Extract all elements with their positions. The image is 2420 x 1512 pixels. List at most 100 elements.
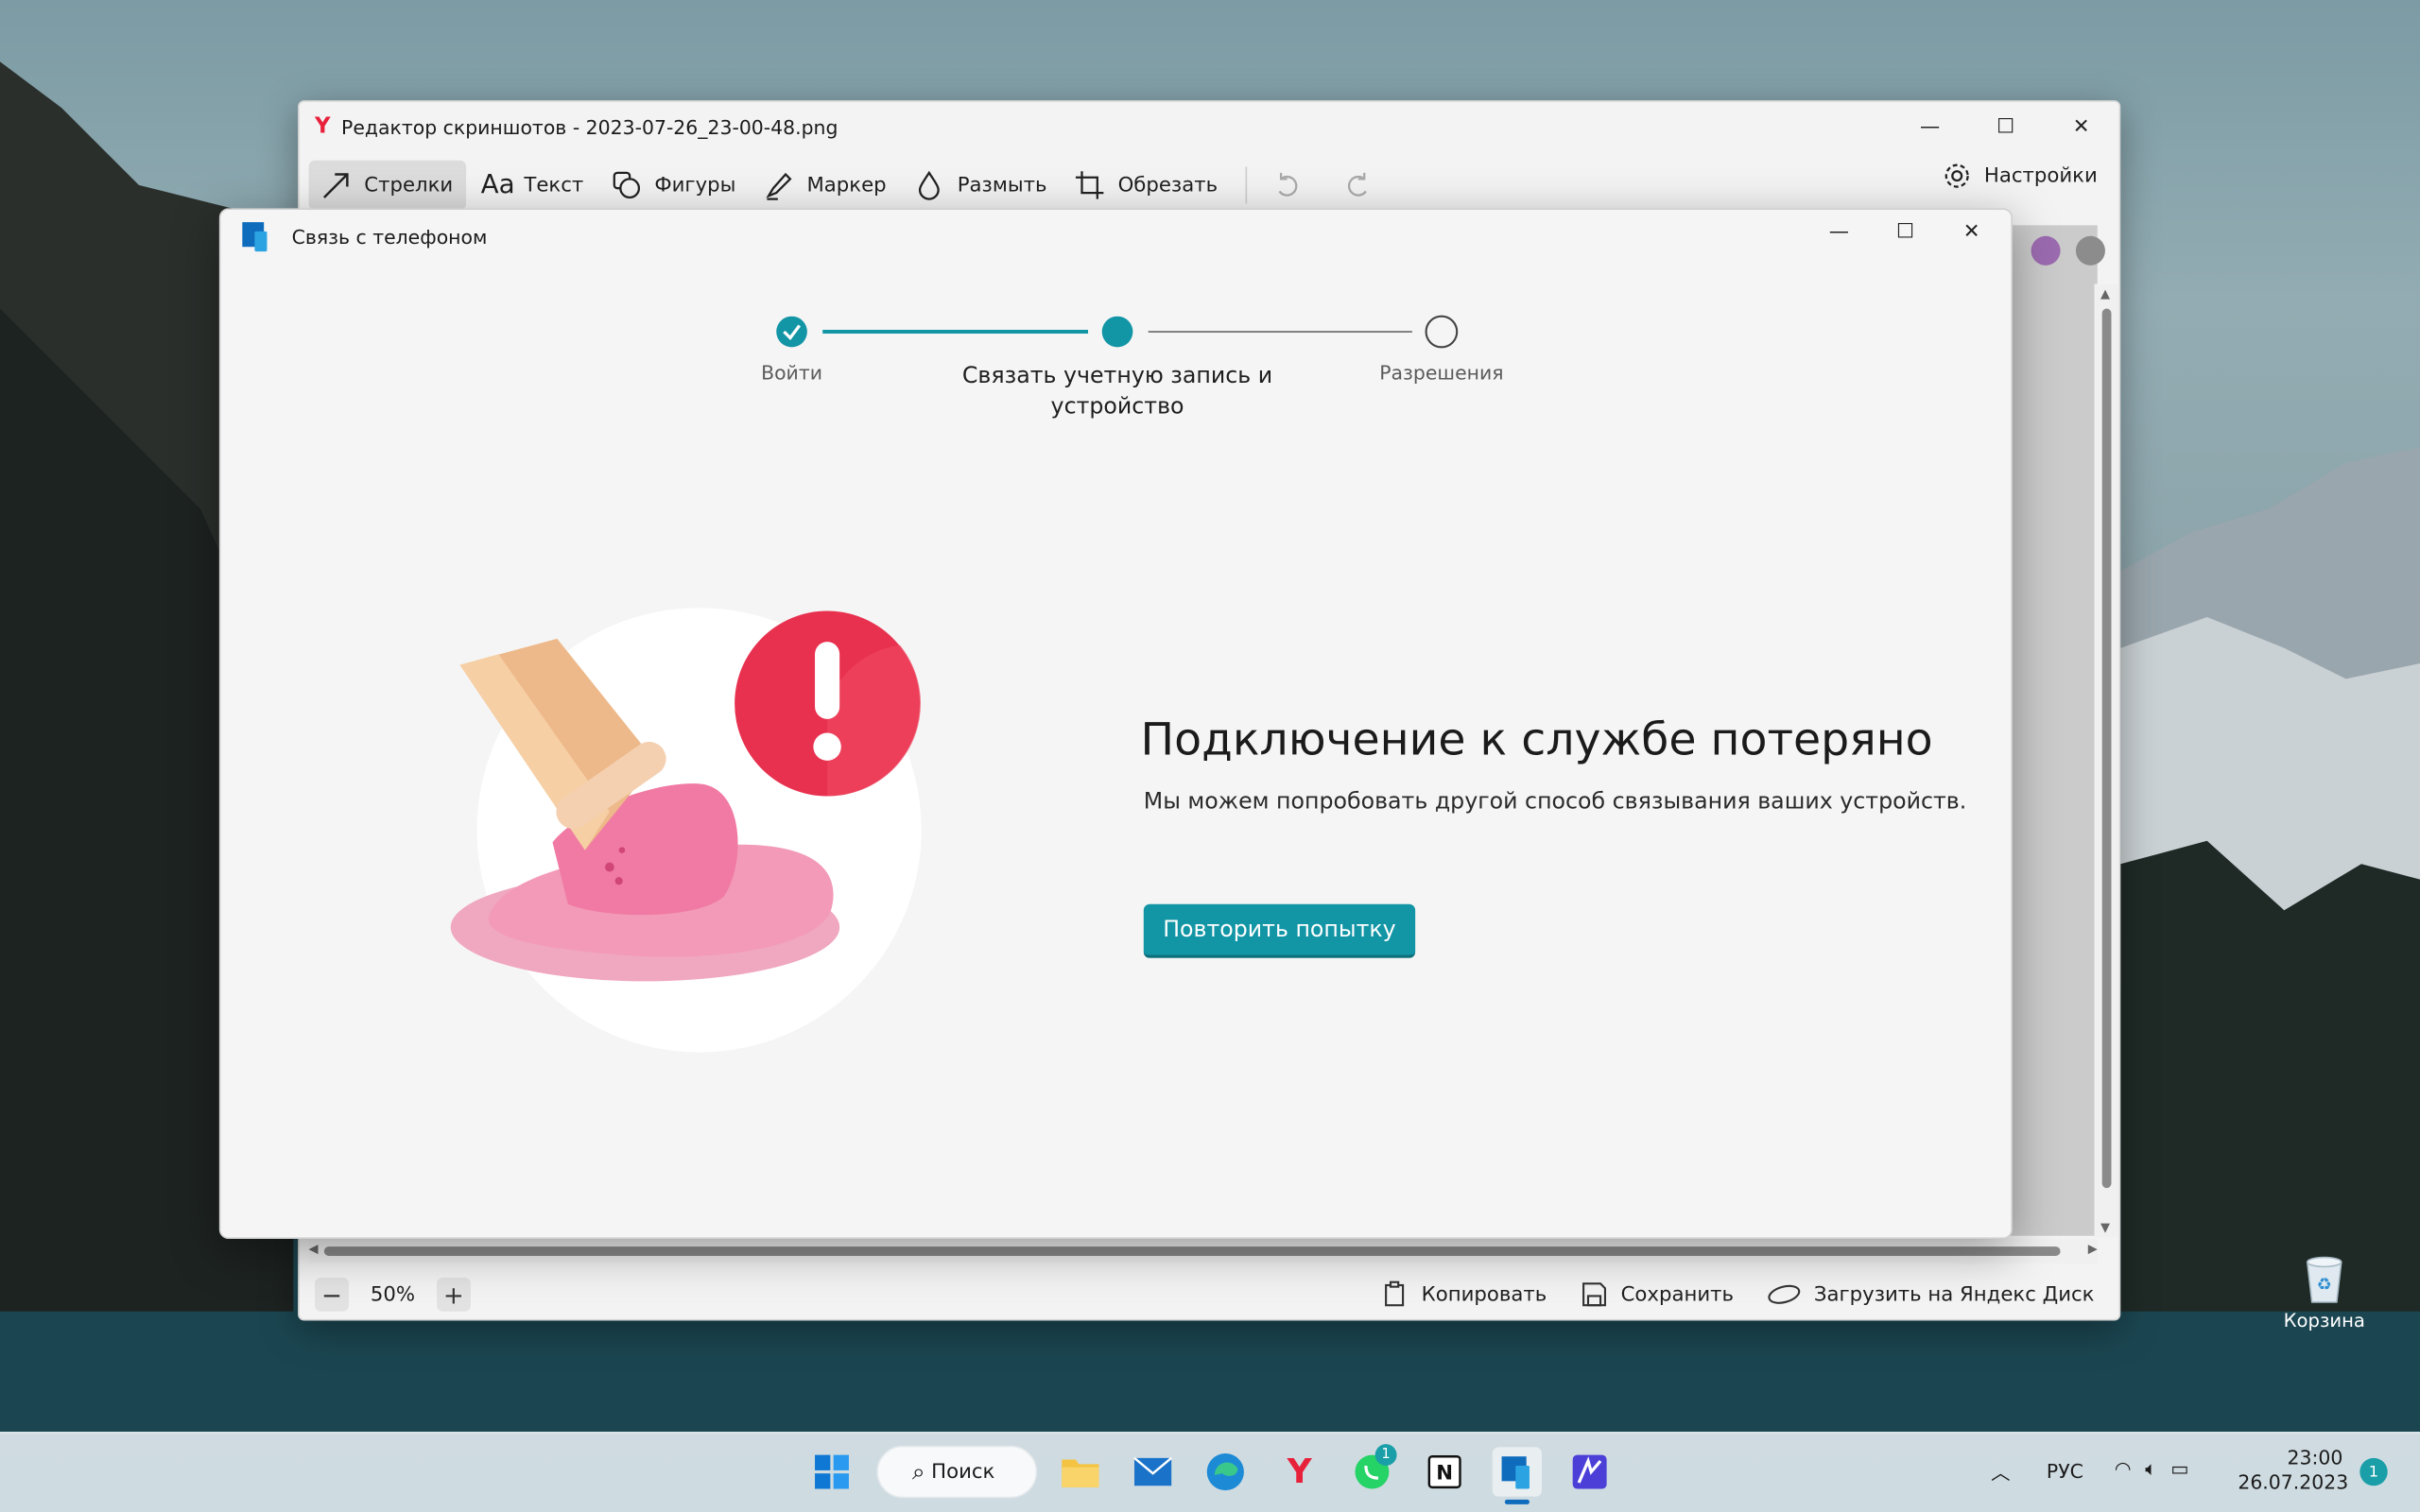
save-icon [1582, 1282, 1607, 1307]
zoom-level: 50% [370, 1282, 416, 1307]
editor-window-controls: — ☐ ✕ [1893, 102, 2119, 151]
search-label: Поиск [931, 1460, 995, 1484]
scroll-left-icon[interactable]: ◀ [309, 1242, 319, 1256]
taskbar-edge[interactable] [1201, 1447, 1250, 1496]
yandex-browser-icon: Y [1287, 1452, 1312, 1491]
svg-text:♻: ♻ [2317, 1275, 2332, 1295]
redo-button[interactable] [1330, 161, 1398, 210]
phone-link-window-controls: — ☐ ✕ [1806, 210, 2005, 259]
notion-icon: N [1427, 1454, 1461, 1489]
tool-arrows-label: Стрелки [364, 173, 454, 198]
copy-icon [1385, 1280, 1405, 1307]
redo-icon [1347, 172, 1367, 197]
zoom-in-button[interactable]: + [436, 1277, 471, 1312]
settings-button[interactable]: Настройки [1941, 161, 2098, 192]
minimize-button[interactable]: — [1893, 102, 1968, 151]
taskbar-whatsapp[interactable]: 1 [1347, 1444, 1397, 1496]
taskbar-file-explorer[interactable] [1056, 1447, 1105, 1496]
taskbar-yandex-browser[interactable]: Y [1275, 1447, 1324, 1496]
tool-arrows[interactable]: Стрелки [308, 160, 466, 211]
taskbar-screenshot-editor[interactable] [1565, 1447, 1615, 1496]
notification-badge[interactable]: 1 [2360, 1457, 2388, 1486]
wifi-icon: ◠ [2114, 1456, 2132, 1480]
tool-marker[interactable]: Маркер [752, 161, 899, 210]
blur-icon [919, 170, 941, 200]
tool-text[interactable]: Aa Текст [469, 161, 596, 210]
step-link-account-label: Связать учетную запись и устройство [961, 364, 1273, 421]
close-button[interactable]: ✕ [1939, 210, 2005, 253]
mail-icon [1133, 1456, 1172, 1486]
gear-icon [1944, 163, 1969, 188]
taskbar-search[interactable]: ⌕ Поиск [876, 1445, 1038, 1499]
search-icon: ⌕ [911, 1457, 925, 1486]
step-pending-circle [1425, 315, 1459, 349]
windows-logo-icon [815, 1454, 849, 1489]
recycle-bin-label: Корзина [2283, 1310, 2365, 1332]
tool-shapes[interactable]: Фигуры [599, 161, 749, 210]
progress-stepper [776, 315, 1459, 349]
melted-ice-cream-illustration [450, 608, 922, 1053]
arrow-icon [322, 173, 349, 198]
phone-link-title: Связь с телефоном [291, 224, 488, 249]
vertical-scroll-thumb[interactable] [2101, 308, 2112, 1189]
svg-text:N: N [1436, 1462, 1453, 1486]
scroll-down-icon[interactable]: ▼ [2100, 1220, 2110, 1234]
step-done-circle [776, 316, 807, 348]
step-permissions-label: Разрешения [1379, 361, 1504, 385]
yandex-disk-icon [1768, 1284, 1801, 1304]
shapes-icon [613, 171, 641, 199]
taskbar-phone-link[interactable] [1492, 1447, 1543, 1497]
vertical-scrollbar[interactable]: ▲ ▼ [2094, 284, 2119, 1238]
phone-link-titlebar: Связь с телефоном — ☐ ✕ [220, 210, 2011, 263]
editor-titlebar: Y Редактор скриншотов - 2023-07-26_23-00… [300, 102, 2119, 151]
color-swatch-purple[interactable] [2031, 235, 2061, 266]
undo-icon [1278, 172, 1298, 197]
toolbar-divider [1245, 166, 1248, 204]
system-tray-icons[interactable]: ◠ 🔈︎ ▭ [2115, 1456, 2189, 1481]
start-button[interactable] [807, 1447, 856, 1496]
copy-button[interactable]: Копировать [1381, 1280, 1547, 1308]
whatsapp-badge: 1 [1374, 1444, 1397, 1467]
copy-label: Копировать [1421, 1282, 1547, 1307]
scroll-right-icon[interactable]: ▶ [2088, 1242, 2098, 1256]
close-button[interactable]: ✕ [2044, 102, 2119, 151]
step-sign-in-label: Войти [761, 361, 822, 385]
text-icon: Aa [480, 169, 515, 201]
tool-blur[interactable]: Размыть [902, 161, 1060, 210]
undo-button[interactable] [1259, 161, 1327, 210]
editor-title: Редактор скриншотов - 2023-07-26_23-00-4… [341, 114, 838, 139]
marker-icon [765, 172, 792, 200]
edge-browser-icon [1206, 1452, 1244, 1491]
taskbar-mail[interactable] [1128, 1447, 1177, 1496]
editor-toolbar: Стрелки Aa Текст Фигуры Маркер Размыть О… [300, 154, 2119, 215]
color-swatch-gray[interactable] [2075, 235, 2105, 266]
scroll-up-icon[interactable]: ▲ [2100, 287, 2110, 301]
maximize-button[interactable]: ☐ [1872, 210, 1938, 253]
yandex-logo-icon: Y [315, 113, 331, 139]
settings-label: Настройки [1983, 163, 2098, 188]
horizontal-scrollbar[interactable]: ◀ ▶ [308, 1239, 2098, 1264]
phone-link-window: Связь с телефоном — ☐ ✕ Войти Связать уч… [218, 208, 2013, 1240]
tool-text-label: Текст [524, 173, 584, 198]
tool-crop[interactable]: Обрезать [1063, 161, 1230, 210]
editor-bottom-bar: − 50% + Копировать Сохранить Загрузить н… [300, 1266, 2119, 1319]
clock[interactable]: 23:00 26.07.2023 [2238, 1446, 2348, 1495]
upload-yandex-disk-button[interactable]: Загрузить на Яндекс Диск [1768, 1280, 2095, 1308]
tool-crop-label: Обрезать [1117, 173, 1219, 198]
minimize-button[interactable]: — [1806, 210, 1872, 253]
retry-button[interactable]: Повторить попытку [1143, 903, 1416, 958]
tool-shapes-label: Фигуры [654, 173, 736, 198]
save-label: Сохранить [1620, 1282, 1735, 1307]
taskbar-notion[interactable]: N [1420, 1447, 1469, 1496]
folder-icon [1062, 1459, 1099, 1487]
language-indicator[interactable]: РУС [2047, 1459, 2083, 1482]
zoom-out-button[interactable]: − [315, 1277, 349, 1312]
tool-blur-label: Размыть [957, 173, 1047, 198]
recycle-bin-shortcut[interactable]: ♻ Корзина [2281, 1253, 2367, 1332]
maximize-button[interactable]: ☐ [1968, 102, 2044, 151]
phone-link-app-icon [242, 222, 268, 252]
horizontal-scroll-thumb[interactable] [323, 1246, 2061, 1256]
show-hidden-icons-button[interactable]: ︿ [1991, 1456, 2010, 1486]
volume-icon: 🔈︎ [2145, 1456, 2157, 1480]
save-button[interactable]: Сохранить [1581, 1280, 1734, 1308]
